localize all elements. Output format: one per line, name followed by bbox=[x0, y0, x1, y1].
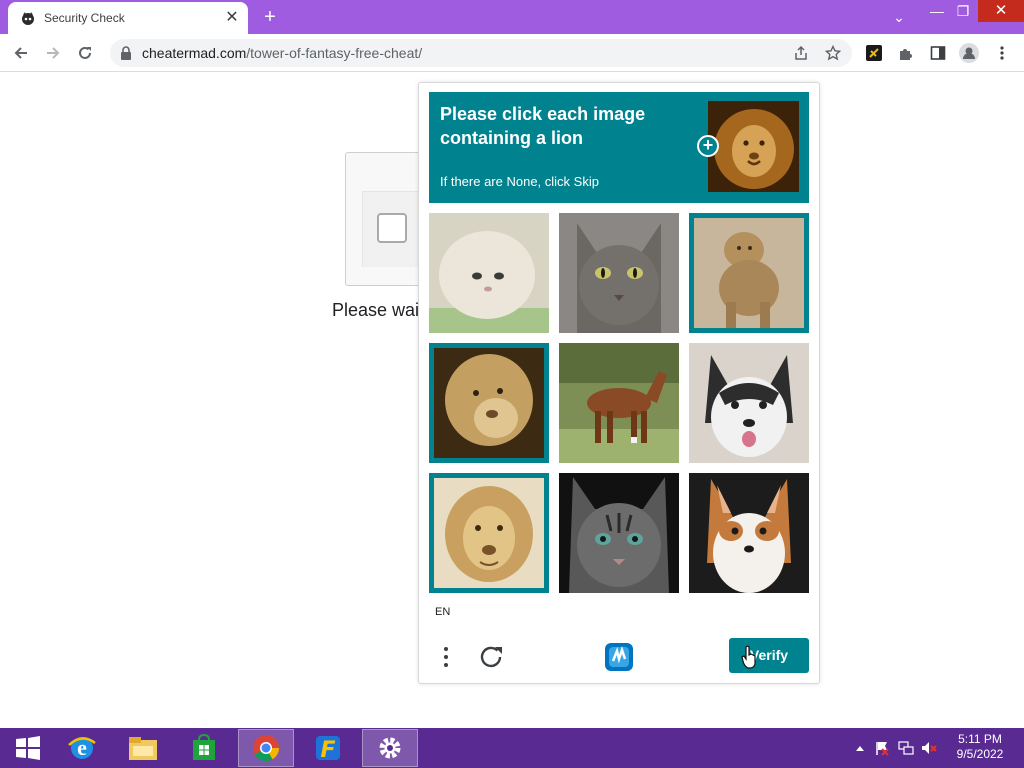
language-selector[interactable]: EN bbox=[435, 606, 450, 618]
captcha-checkbox[interactable] bbox=[377, 213, 407, 243]
url-text[interactable]: cheatermad.com/tower-of-fantasy-free-che… bbox=[142, 45, 422, 61]
clock-time: 5:11 PM bbox=[958, 732, 1002, 746]
share-icon[interactable] bbox=[790, 42, 812, 64]
site-favicon-icon bbox=[22, 12, 34, 25]
flag-icon[interactable] bbox=[874, 740, 890, 756]
new-tab-button[interactable]: + bbox=[258, 5, 282, 29]
hcaptcha-logo-icon[interactable] bbox=[601, 639, 637, 675]
url-path: /tower-of-fantasy-free-cheat/ bbox=[246, 45, 423, 61]
back-icon[interactable] bbox=[10, 42, 32, 64]
refresh-challenge-icon[interactable] bbox=[477, 643, 507, 671]
lock-icon[interactable] bbox=[120, 46, 132, 60]
minimize-button[interactable]: — bbox=[926, 0, 948, 22]
challenge-image-2[interactable] bbox=[559, 213, 679, 333]
lion-image bbox=[694, 218, 804, 328]
network-icon[interactable] bbox=[898, 740, 914, 756]
please-wait-text: Please wai bbox=[332, 300, 420, 320]
system-clock[interactable]: 5:11 PM 9/5/2022 bbox=[940, 732, 1020, 762]
lion-image bbox=[434, 478, 544, 588]
challenge-image-1[interactable] bbox=[429, 213, 549, 333]
windows-taskbar: e F 5:11 PM 9/5/2022 bbox=[0, 728, 1024, 768]
browser-toolbar: cheatermad.com/tower-of-fantasy-free-che… bbox=[0, 34, 1024, 72]
puzzle-extensions-icon[interactable] bbox=[895, 42, 917, 64]
tab-close-icon[interactable]: ✕ bbox=[223, 9, 241, 27]
restore-button[interactable]: ❐ bbox=[952, 0, 974, 22]
settings-icon[interactable] bbox=[362, 729, 418, 767]
store-icon[interactable] bbox=[176, 729, 232, 767]
captcha-challenge: Please click each image containing a lio… bbox=[418, 82, 820, 684]
challenge-image-9[interactable] bbox=[689, 473, 809, 593]
prompt-title: Please click each image containing a lio… bbox=[440, 104, 646, 148]
hand-cursor-icon bbox=[741, 645, 756, 669]
volume-muted-icon[interactable] bbox=[921, 740, 937, 756]
profile-icon[interactable] bbox=[958, 42, 980, 64]
star-icon[interactable] bbox=[822, 42, 844, 64]
chrome-icon[interactable] bbox=[238, 729, 294, 767]
captcha-prompt: Please click each image containing a lio… bbox=[429, 92, 809, 203]
tab-title: Security Check bbox=[44, 11, 125, 25]
more-options-icon[interactable] bbox=[437, 643, 455, 671]
browser-tab[interactable]: Security Check ✕ bbox=[8, 2, 248, 34]
tabby-cat-image bbox=[559, 473, 679, 593]
husky-image bbox=[689, 343, 809, 463]
menu-icon[interactable] bbox=[991, 42, 1013, 64]
persian-cat-image bbox=[429, 213, 549, 333]
zoom-example-icon[interactable]: + bbox=[697, 135, 719, 157]
forward-icon[interactable] bbox=[42, 42, 64, 64]
side-panel-icon[interactable] bbox=[927, 42, 949, 64]
close-window-button[interactable]: ✕ bbox=[978, 0, 1024, 22]
address-bar[interactable]: cheatermad.com/tower-of-fantasy-free-che… bbox=[110, 39, 852, 67]
corgi-image bbox=[689, 473, 809, 593]
clock-date: 9/5/2022 bbox=[956, 747, 1004, 761]
reload-icon[interactable] bbox=[74, 42, 96, 64]
challenge-image-7[interactable] bbox=[429, 473, 549, 593]
horse-image bbox=[559, 343, 679, 463]
challenge-image-8[interactable] bbox=[559, 473, 679, 593]
tabby-cat-image bbox=[559, 213, 679, 333]
svg-text:F: F bbox=[320, 738, 335, 762]
url-domain: cheatermad.com bbox=[142, 45, 247, 61]
challenge-image-5[interactable] bbox=[559, 343, 679, 463]
tab-strip: Security Check ✕ + ⌄ — ❐ ✕ bbox=[0, 0, 1024, 34]
tab-search-icon[interactable]: ⌄ bbox=[888, 6, 910, 28]
windows-start-icon[interactable] bbox=[0, 729, 56, 767]
show-hidden-icon[interactable] bbox=[852, 740, 868, 756]
challenge-image-4[interactable] bbox=[429, 343, 549, 463]
extension-app-icon[interactable] bbox=[863, 42, 885, 64]
challenge-image-3[interactable] bbox=[689, 213, 809, 333]
challenge-image-6[interactable] bbox=[689, 343, 809, 463]
file-explorer-icon[interactable] bbox=[115, 729, 171, 767]
example-lion-image[interactable] bbox=[708, 101, 799, 192]
flashget-icon[interactable]: F bbox=[300, 729, 356, 767]
internet-explorer-icon[interactable]: e bbox=[54, 729, 110, 767]
page-content: Please wai Please click each image conta… bbox=[0, 72, 1024, 728]
prompt-subtitle: If there are None, click Skip bbox=[440, 174, 599, 189]
lioness-image bbox=[434, 348, 544, 458]
